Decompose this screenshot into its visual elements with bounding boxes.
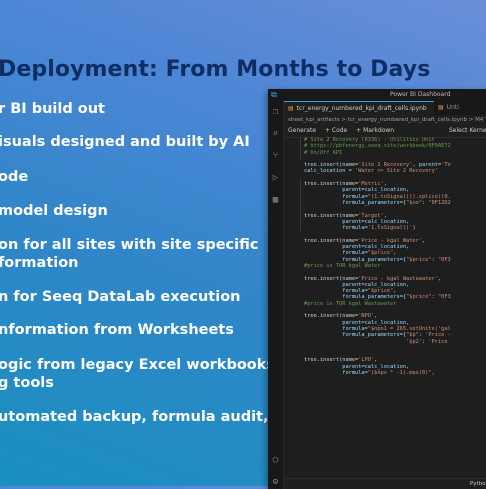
- slide-title: Deployment: From Months to Days: [0, 57, 431, 82]
- window-title: Power BI Dashboard: [390, 91, 451, 98]
- notebook-file-icon: ▤: [438, 104, 444, 111]
- activity-spacer: [268, 211, 283, 449]
- cell-separator: [300, 179, 301, 231]
- search-icon[interactable]: ⌕: [268, 123, 283, 145]
- tab-untitled[interactable]: ▤ Unti: [434, 101, 486, 115]
- code-line: formula="($npo * -1).max(0)",: [304, 369, 435, 376]
- notebook-file-icon: ▤: [288, 105, 294, 112]
- bullet-item: utomated backup, formula audit,: [0, 409, 269, 425]
- bullet-item: ogic from legacy Excel workbooks: [0, 357, 276, 373]
- cell-separator: [300, 137, 301, 161]
- add-code-button[interactable]: + Code: [325, 127, 347, 134]
- bullet-item: r BI build out: [0, 101, 105, 117]
- bullet-item: ode: [0, 169, 29, 185]
- bullet-item: n for Seeq DataLab execution: [0, 289, 241, 305]
- bullet-item: nformation from Worksheets: [0, 322, 234, 338]
- generate-button[interactable]: Generate: [288, 127, 316, 134]
- add-markdown-button[interactable]: + Markdown: [356, 127, 394, 134]
- bullet-item: on for all sites with site specific: [0, 237, 259, 253]
- run-debug-icon[interactable]: ▷: [268, 167, 283, 189]
- tab-bar: ▤ tcr_energy_numbered_kpi_draft_cells.ipy…: [284, 101, 486, 115]
- settings-icon[interactable]: ⚙: [268, 471, 283, 489]
- extensions-icon[interactable]: ▦: [268, 189, 283, 211]
- select-kernel-button[interactable]: Select Kerne: [449, 125, 486, 137]
- vscode-logo: ⧉: [271, 90, 277, 99]
- tab-notebook[interactable]: ▤ tcr_energy_numbered_kpi_draft_cells.ipy…: [284, 101, 434, 115]
- bullet-item: isuals designed and built by AI: [0, 134, 250, 150]
- tab-label: Unti: [446, 104, 459, 111]
- status-bar: Python: [284, 478, 486, 489]
- bullet-item: g tools: [0, 375, 54, 391]
- language-indicator[interactable]: Python: [470, 479, 486, 489]
- bullet-item: model design: [0, 203, 108, 219]
- tab-label: tcr_energy_numbered_kpi_draft_cells.ipyn…: [296, 105, 427, 112]
- code-cell[interactable]: # Site 2 Recovery (6336) - Utilities Uni…: [304, 137, 486, 473]
- title-bar: ⧉ Power BI Dashboard: [268, 89, 486, 101]
- source-control-icon[interactable]: ⑂: [268, 145, 283, 167]
- explorer-icon[interactable]: ❐: [268, 101, 283, 123]
- bullet-item: formation: [0, 255, 79, 271]
- activity-bar: ❐ ⌕ ⑂ ▷ ▦ ◯ ⚙: [268, 101, 284, 489]
- account-icon[interactable]: ◯: [268, 449, 283, 471]
- breadcrumb[interactable]: sheet_kpi_artifacts > tcr_energy_numbere…: [284, 115, 486, 125]
- vscode-window: ⧉ Power BI Dashboard ❐ ⌕ ⑂ ▷ ▦ ◯ ⚙ ▤ tcr_…: [268, 89, 486, 489]
